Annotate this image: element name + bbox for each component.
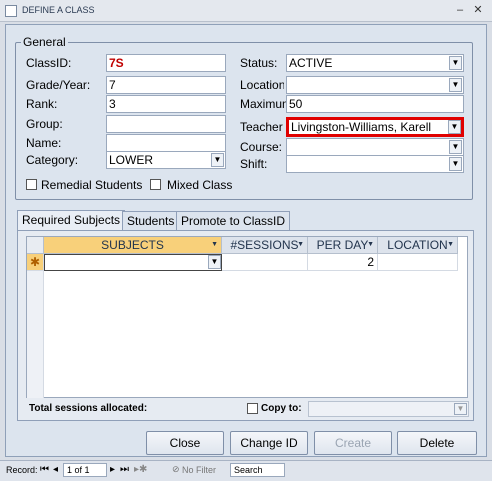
status-value: ACTIVE	[289, 56, 333, 70]
select-all-corner[interactable]	[27, 237, 44, 254]
rank-label: Rank:	[26, 97, 58, 111]
category-value: LOWER	[109, 153, 154, 167]
column-sessions[interactable]: #SESSIONS ▼	[222, 237, 308, 254]
filter-icon[interactable]: ⊘	[172, 464, 180, 475]
form-icon	[5, 5, 17, 17]
chevron-down-icon[interactable]: ▼	[211, 153, 224, 167]
maximum-label: Maximum	[240, 97, 286, 111]
grade-label: Grade/Year:	[26, 78, 91, 92]
new-per-day-cell[interactable]: 2	[308, 254, 378, 271]
total-sessions-label: Total sessions allocated:	[29, 403, 148, 414]
category-select[interactable]: LOWER ▼	[106, 151, 226, 169]
new-row-selector[interactable]: ✱	[27, 254, 44, 271]
column-sessions-label: #SESSIONS	[230, 238, 299, 252]
group-input[interactable]	[106, 115, 226, 133]
rank-input[interactable]: 3	[106, 95, 226, 113]
mixed-class-label: Mixed Class	[167, 178, 233, 192]
search-input[interactable]: Search	[230, 463, 285, 477]
column-subjects[interactable]: SUBJECTS ▼	[44, 237, 222, 254]
delete-button[interactable]: Delete	[397, 431, 477, 455]
mixed-class-checkbox[interactable]	[150, 179, 161, 190]
column-subjects-label: SUBJECTS	[101, 238, 164, 252]
remedial-checkbox[interactable]	[26, 179, 37, 190]
chevron-down-icon[interactable]: ▼	[297, 237, 304, 253]
category-label: Category:	[26, 153, 79, 167]
row-selector-column	[27, 271, 44, 398]
create-button[interactable]: Create	[314, 431, 392, 455]
shift-label: Shift:	[240, 157, 268, 171]
subjects-grid[interactable]: SUBJECTS ▼ #SESSIONS ▼ PER DAY ▼ LOCATION ▼ …	[26, 236, 468, 398]
filter-status[interactable]: No Filter	[182, 465, 216, 475]
name-label: Name:	[26, 136, 62, 150]
course-label: Course:	[240, 140, 283, 154]
classid-input[interactable]: 7S	[106, 54, 226, 72]
classid-label: ClassID:	[26, 56, 72, 70]
remedial-label: Remedial Students	[41, 178, 143, 192]
chevron-down-icon[interactable]: ▼	[449, 140, 462, 154]
title-bar: DEFINE A CLASS – ✕	[0, 0, 492, 22]
status-select[interactable]: ACTIVE ▼	[286, 54, 464, 72]
teacher-value: Livingston-Williams, Karell	[291, 120, 432, 134]
location-select[interactable]: ▼	[286, 76, 464, 94]
chevron-down-icon[interactable]: ▼	[454, 403, 467, 415]
new-location-cell[interactable]	[378, 254, 458, 271]
new-subject-cell[interactable]: ▼	[44, 254, 222, 271]
column-per-day-label: PER DAY	[316, 238, 369, 252]
record-navigation-bar: Record: ⏮ ◂ 1 of 1 ▸ ⏭ ▸✱ ⊘ No Filter Se…	[0, 460, 492, 481]
chevron-down-icon[interactable]: ▼	[367, 237, 374, 253]
copy-to-label: Copy to:	[261, 403, 302, 414]
copy-to-select[interactable]: ▼	[308, 401, 469, 417]
column-location-label: LOCATION	[387, 238, 448, 252]
shift-select[interactable]: ▼	[286, 155, 464, 173]
close-button[interactable]: Close	[146, 431, 224, 455]
grade-input[interactable]: 7	[106, 76, 226, 94]
tab-promote[interactable]: Promote to ClassID	[176, 211, 291, 231]
chevron-down-icon[interactable]: ▼	[208, 255, 221, 269]
minimize-button[interactable]: –	[452, 3, 468, 18]
change-id-button[interactable]: Change ID	[230, 431, 308, 455]
chevron-down-icon[interactable]: ▼	[449, 78, 462, 92]
course-select[interactable]: ▼	[286, 138, 464, 156]
name-input[interactable]	[106, 134, 226, 152]
new-sessions-cell[interactable]	[222, 254, 308, 271]
chevron-down-icon[interactable]: ▼	[211, 237, 218, 253]
column-per-day[interactable]: PER DAY ▼	[308, 237, 378, 254]
copy-to-checkbox[interactable]	[247, 403, 258, 414]
next-record-icon[interactable]: ▸	[110, 464, 115, 475]
record-label: Record:	[6, 465, 38, 475]
general-legend: General	[21, 35, 68, 49]
location-label: Location	[240, 78, 284, 92]
window-title: DEFINE A CLASS	[22, 5, 95, 15]
record-position[interactable]: 1 of 1	[63, 463, 107, 477]
group-label: Group:	[26, 117, 63, 131]
previous-record-icon[interactable]: ◂	[53, 464, 58, 475]
status-label: Status:	[240, 56, 278, 70]
column-location[interactable]: LOCATION ▼	[378, 237, 458, 254]
close-window-button[interactable]: ✕	[470, 3, 486, 18]
chevron-down-icon[interactable]: ▼	[449, 157, 462, 171]
tab-required-subjects[interactable]: Required Subjects	[17, 210, 126, 232]
chevron-down-icon[interactable]: ▼	[448, 120, 461, 134]
tab-students[interactable]: Students	[122, 211, 180, 231]
chevron-down-icon[interactable]: ▼	[447, 237, 454, 253]
new-record-icon[interactable]: ▸✱	[134, 464, 147, 475]
maximum-input[interactable]: 50	[286, 95, 464, 113]
teacher-select[interactable]: Livingston-Williams, Karell ▼	[286, 117, 464, 137]
chevron-down-icon[interactable]: ▼	[449, 56, 462, 70]
last-record-icon[interactable]: ⏭	[120, 464, 129, 475]
first-record-icon[interactable]: ⏮	[40, 464, 49, 475]
teacher-label: Teacher	[240, 120, 283, 134]
